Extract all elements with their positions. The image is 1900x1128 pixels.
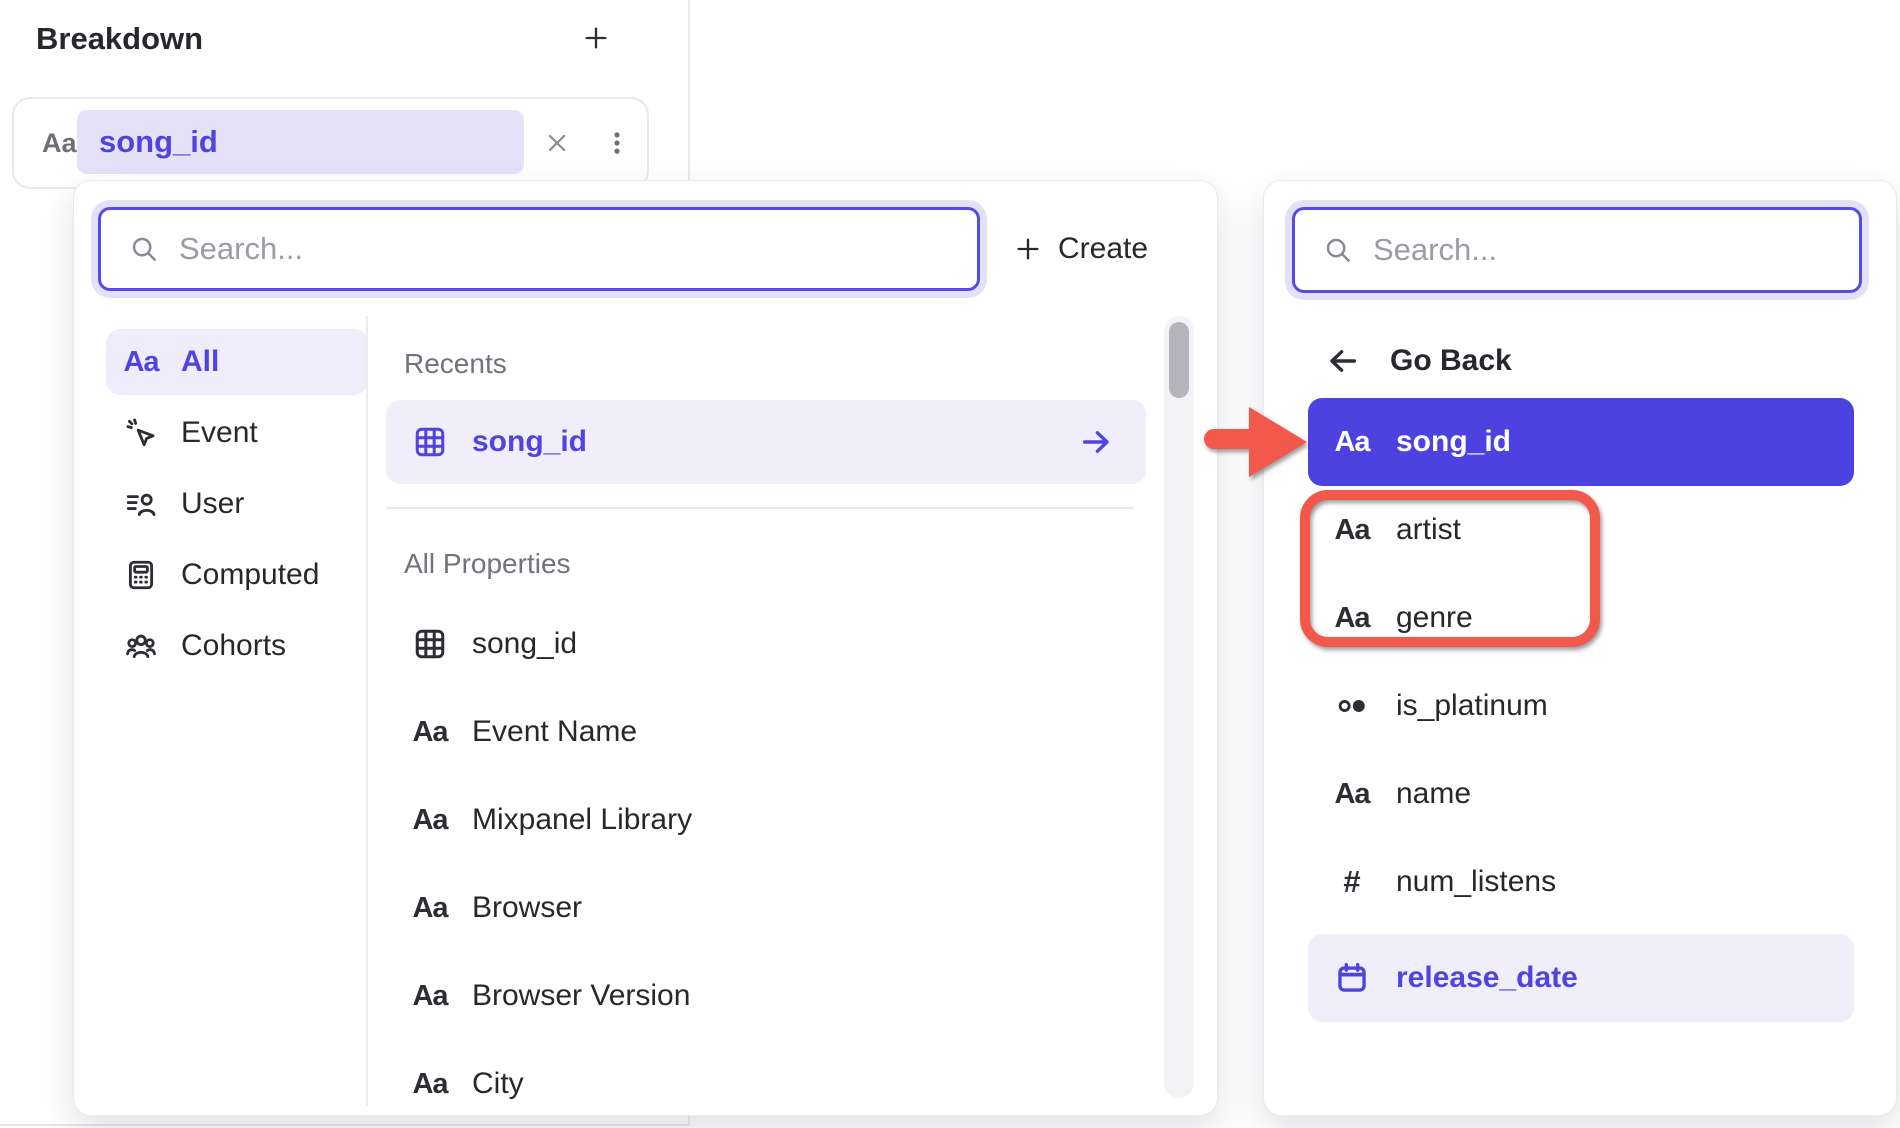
search-icon (1323, 235, 1353, 265)
text-type-icon: Aa (410, 804, 450, 837)
calculator-icon (119, 558, 163, 592)
section-heading: All Properties (404, 547, 1146, 581)
search-icon (129, 234, 159, 264)
add-breakdown-button[interactable] (572, 16, 620, 64)
sub-property-row-is-platinum[interactable]: is_platinum (1308, 662, 1854, 750)
sub-property-label: release_date (1396, 961, 1578, 995)
screen: Breakdown Aa song_id Create Aa All Event Us… (0, 0, 1900, 1128)
sub-property-label: is_platinum (1396, 689, 1548, 723)
property-row-browser-version[interactable]: Aa Browser Version (386, 952, 1146, 1040)
text-type-icon: Aa (1332, 602, 1372, 635)
breakdown-title: Breakdown (36, 21, 203, 57)
sub-property-row-name[interactable]: Aaname (1308, 750, 1854, 838)
sub-property-label: artist (1396, 513, 1461, 547)
property-label: City (472, 1067, 524, 1101)
plus-icon (582, 24, 610, 57)
boolean-icon (1332, 689, 1372, 723)
user-list-icon (119, 487, 163, 521)
property-row-browser[interactable]: Aa Browser (386, 864, 1146, 952)
event-properties-popover: Go Back Aasong_idAaartistAagenreis_plati… (1263, 180, 1897, 1116)
property-picker-popover: Create Aa All Event User Computed Cohorts Rec… (73, 180, 1218, 1116)
property-label: Browser Version (472, 979, 690, 1013)
kebab-menu-icon[interactable] (592, 99, 642, 187)
number-type-icon: # (1332, 864, 1372, 900)
create-label: Create (1058, 232, 1148, 266)
sub-property-list: Aasong_idAaartistAagenreis_platinumAanam… (1308, 398, 1854, 1022)
text-type-icon: Aa (410, 1068, 450, 1101)
sub-property-row-release-date[interactable]: release_date (1308, 934, 1854, 1022)
sub-property-row-genre[interactable]: Aagenre (1308, 574, 1854, 662)
sub-property-label: name (1396, 777, 1471, 811)
grid-icon (410, 626, 450, 662)
scrollbar-thumb[interactable] (1169, 322, 1189, 398)
tab-label: Event (181, 416, 258, 450)
tab-label: Computed (181, 558, 319, 592)
search-input-wrapper (1292, 207, 1862, 293)
category-tabs: Aa All Event User Computed Cohorts (106, 329, 368, 679)
column-divider (366, 316, 368, 1106)
text-type-icon: Aa (410, 980, 450, 1013)
arrow-left-icon (1326, 344, 1360, 378)
search-input-wrapper (98, 207, 980, 291)
property-label: Browser (472, 891, 582, 925)
tab-all[interactable]: Aa All (106, 329, 368, 395)
property-label: Event Name (472, 715, 637, 749)
plus-icon (1014, 235, 1042, 263)
cursor-click-icon (119, 416, 163, 450)
section-heading: Recents (404, 347, 1146, 381)
create-button[interactable]: Create (1014, 207, 1148, 291)
tab-label: Cohorts (181, 629, 286, 663)
property-label: song_id (472, 425, 587, 459)
tab-label: All (181, 345, 219, 379)
property-list: Recents song_id All Properties song_id Aa Eve… (386, 333, 1146, 1116)
tab-event[interactable]: Event (106, 400, 368, 466)
sub-property-label: num_listens (1396, 865, 1556, 899)
property-row-song-id[interactable]: song_id (386, 600, 1146, 688)
property-row-song-id[interactable]: song_id (386, 400, 1146, 484)
text-type-icon: Aa (1332, 514, 1372, 547)
search-input[interactable] (177, 230, 977, 268)
text-type-icon: Aa (410, 716, 450, 749)
calendar-icon (1332, 961, 1372, 995)
text-type-icon: Aa (1332, 778, 1372, 811)
cohorts-icon (119, 629, 163, 663)
go-back-label: Go Back (1390, 344, 1512, 378)
sub-property-row-song-id[interactable]: Aa song_id (1308, 398, 1854, 486)
sub-property-row-num-listens[interactable]: # num_listens (1308, 838, 1854, 926)
property-row-city[interactable]: Aa City (386, 1040, 1146, 1116)
text-type-icon: Aa (1332, 426, 1372, 459)
tab-user[interactable]: User (106, 471, 368, 537)
scrollbar[interactable] (1164, 316, 1194, 1098)
property-row-mixpanel-library[interactable]: Aa Mixpanel Library (386, 776, 1146, 864)
breakdown-chip[interactable]: Aa song_id (12, 97, 649, 189)
sub-property-label: genre (1396, 601, 1473, 635)
sub-property-row-artist[interactable]: Aa artist (1308, 486, 1854, 574)
sub-property-label: song_id (1396, 425, 1511, 459)
search-input[interactable] (1371, 231, 1859, 269)
grid-icon (410, 424, 450, 460)
property-row-event-name[interactable]: Aa Event Name (386, 688, 1146, 776)
tab-computed[interactable]: Computed (106, 542, 368, 608)
text-type-icon: Aa (119, 346, 163, 379)
section-divider (386, 507, 1134, 509)
property-label: song_id (472, 627, 577, 661)
arrow-right-icon (1076, 425, 1116, 459)
tab-label: User (181, 487, 244, 521)
close-icon[interactable] (530, 99, 584, 187)
tab-cohorts[interactable]: Cohorts (106, 613, 368, 679)
text-type-icon: Aa (410, 892, 450, 925)
text-type-icon: Aa (42, 99, 77, 187)
go-back-button[interactable]: Go Back (1326, 331, 1512, 391)
chip-value[interactable]: song_id (77, 110, 524, 174)
property-label: Mixpanel Library (472, 803, 692, 837)
